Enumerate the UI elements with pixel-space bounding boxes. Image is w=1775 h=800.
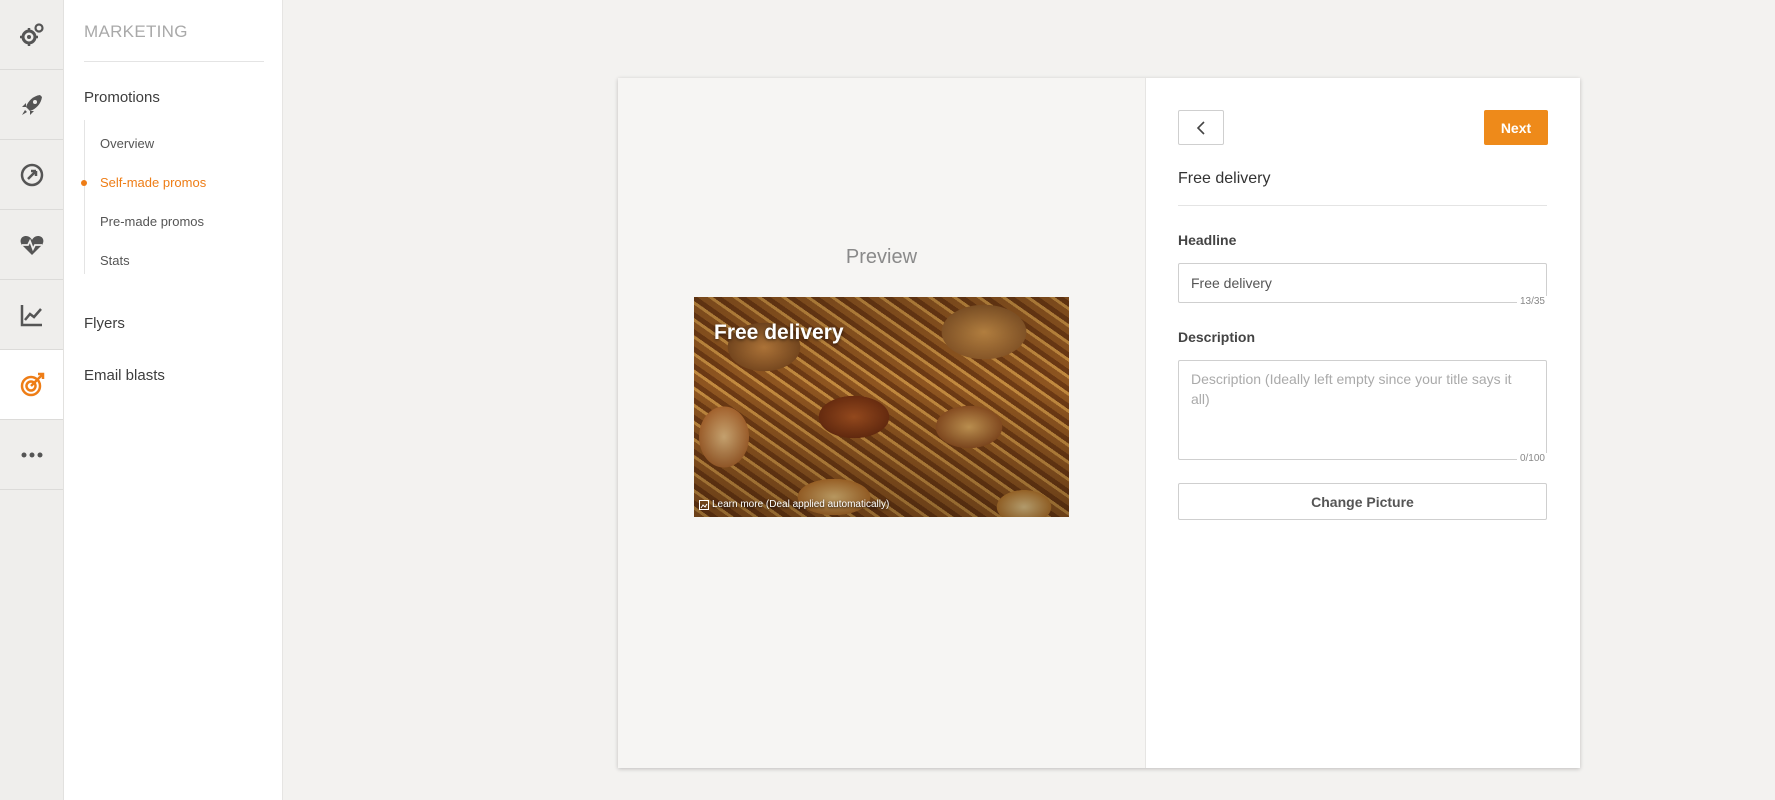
promo-form-pane: Next Free delivery Headline 13/35 Descri…	[1146, 78, 1580, 768]
promo-preview-footer-text: Learn more (Deal applied automatically)	[712, 499, 890, 510]
line-chart-icon	[20, 304, 42, 326]
back-button[interactable]	[1178, 110, 1224, 145]
heart-pulse-icon	[20, 235, 43, 255]
nav-section-flyers[interactable]: Flyers	[84, 315, 125, 332]
headline-input[interactable]	[1178, 263, 1547, 303]
nav-section-promotions[interactable]: Promotions	[84, 89, 160, 106]
marketing-subnav: MARKETING Promotions Overview Self-made …	[64, 0, 283, 800]
rail-item-marketing[interactable]	[0, 350, 63, 420]
description-textarea[interactable]	[1178, 360, 1547, 460]
nav-section-email-blasts[interactable]: Email blasts	[84, 367, 165, 384]
speedometer-icon	[20, 163, 43, 186]
change-picture-button[interactable]: Change Picture	[1178, 483, 1547, 520]
image-icon	[699, 499, 709, 510]
form-divider	[1178, 205, 1547, 206]
rail-item-settings[interactable]	[0, 0, 63, 70]
description-label: Description	[1178, 329, 1256, 345]
description-char-counter: 0/100	[1516, 453, 1548, 464]
rail-item-launch[interactable]	[0, 70, 63, 140]
promo-editor-card: Preview Free delivery Learn more (Deal a…	[618, 78, 1580, 768]
nav-item-self-made-promos[interactable]: Self-made promos	[100, 175, 206, 190]
headline-label: Headline	[1178, 232, 1237, 248]
more-dots-icon	[21, 452, 42, 457]
preview-pane: Preview Free delivery Learn more (Deal a…	[618, 78, 1146, 768]
rail-item-performance[interactable]	[0, 140, 63, 210]
active-indicator-dot	[81, 180, 87, 186]
next-button[interactable]: Next	[1484, 110, 1548, 145]
nav-item-stats[interactable]: Stats	[100, 253, 130, 268]
rail-item-health[interactable]	[0, 210, 63, 280]
promotions-children: Overview Self-made promos Pre-made promo…	[81, 120, 244, 274]
icon-rail	[0, 0, 64, 800]
nav-item-pre-made-promos[interactable]: Pre-made promos	[100, 214, 204, 229]
promo-preview-headline: Free delivery	[714, 321, 844, 344]
chevron-left-icon	[1196, 120, 1205, 135]
form-title: Free delivery	[1178, 170, 1271, 187]
nav-item-overview[interactable]: Overview	[100, 136, 154, 151]
preview-label: Preview	[845, 246, 918, 268]
rail-item-analytics[interactable]	[0, 280, 63, 350]
subnav-divider	[84, 61, 264, 62]
subnav-title: MARKETING	[84, 22, 188, 41]
promo-preview-image: Free delivery Learn more (Deal applied a…	[694, 297, 1069, 517]
headline-char-counter: 13/35	[1516, 296, 1548, 307]
rail-item-more[interactable]	[0, 420, 63, 490]
target-icon	[20, 372, 44, 396]
settings-gears-icon	[19, 22, 44, 46]
rocket-icon	[21, 94, 42, 115]
promo-preview-footer: Learn more (Deal applied automatically)	[699, 499, 889, 510]
